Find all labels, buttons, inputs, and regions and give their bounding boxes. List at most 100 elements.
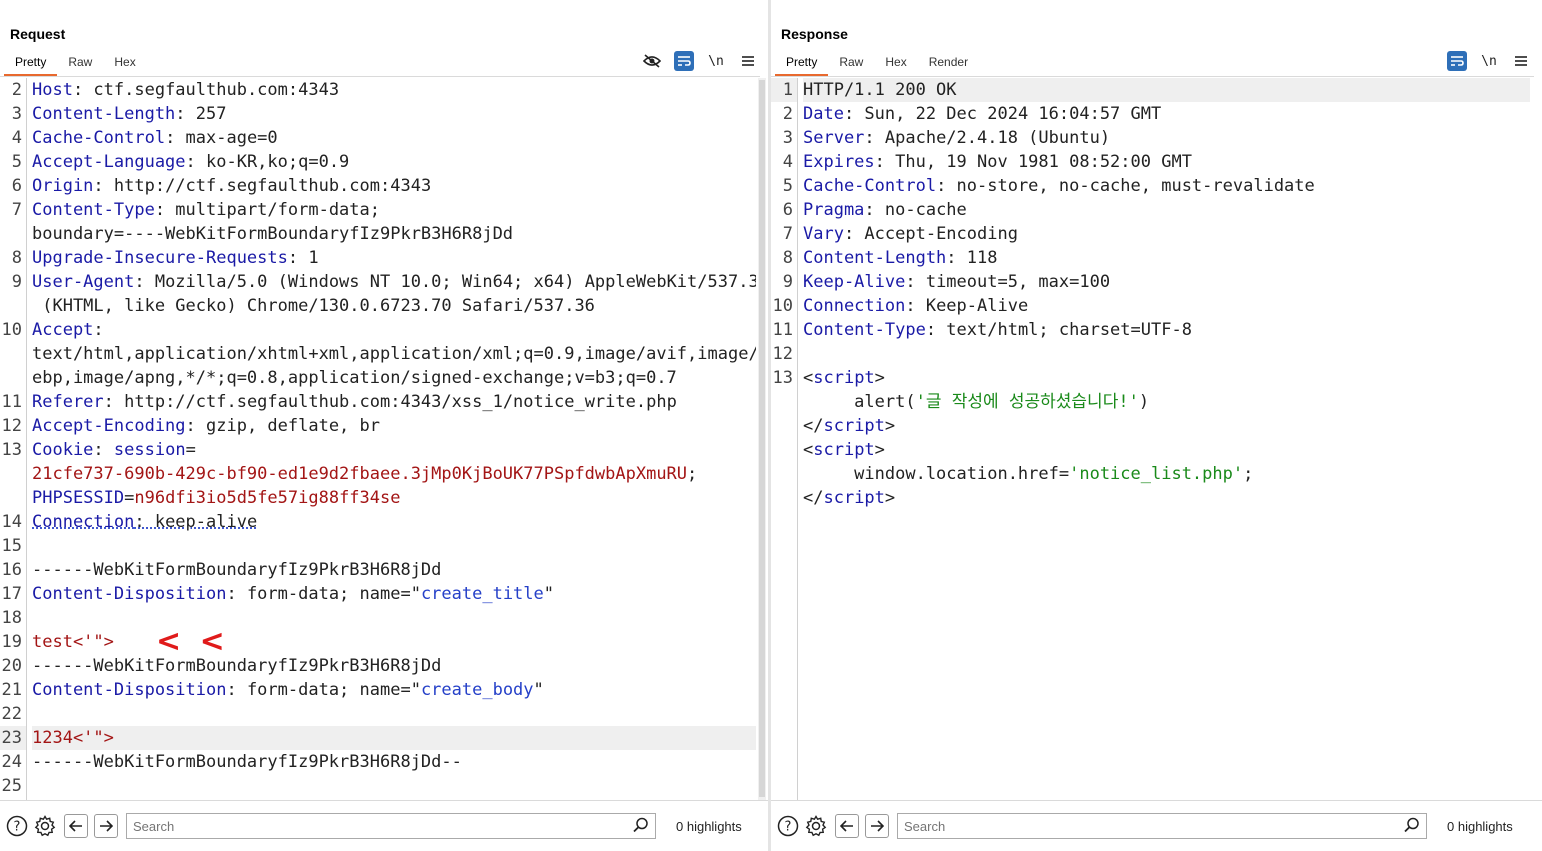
code-line[interactable]: [32, 774, 756, 798]
code-line[interactable]: Content-Type: multipart/form-data;: [32, 198, 756, 222]
code-line[interactable]: ------WebKitFormBoundaryfIz9PkrB3H6R8jDd: [32, 654, 756, 678]
code-line[interactable]: window.location.href='notice_list.php';: [803, 462, 1530, 486]
code-token: ): [1138, 392, 1150, 412]
code-token: >: [884, 416, 896, 436]
code-token: ": [533, 680, 544, 700]
code-line[interactable]: alert('글 작성에 성공하셨습니다!'): [803, 390, 1530, 414]
code-line[interactable]: <script>: [803, 438, 1530, 462]
code-line[interactable]: Accept:: [32, 318, 756, 342]
code-line[interactable]: </script>: [803, 486, 1530, 510]
code-line[interactable]: Referer: http://ctf.segfaulthub.com:4343…: [32, 390, 756, 414]
response-tab-raw[interactable]: Raw: [828, 53, 874, 76]
code-line[interactable]: Cache-Control: max-age=0: [32, 126, 756, 150]
code-token: : 1: [287, 248, 319, 268]
code-line[interactable]: Accept-Encoding: gzip, deflate, br: [32, 414, 756, 438]
code-line[interactable]: Content-Disposition: form-data; name="cr…: [32, 582, 756, 606]
request-vertical-scrollbar[interactable]: [758, 78, 766, 801]
code-line[interactable]: Host: ctf.segfaulthub.com:4343: [32, 78, 756, 102]
code-line[interactable]: PHPSESSID=n96dfi3io5d5fe57ig88ff34se: [32, 486, 756, 510]
editor-menu-icon[interactable]: [738, 51, 758, 71]
code-token: : timeout=5, max=100: [905, 272, 1111, 292]
code-line[interactable]: Vary: Accept-Encoding: [803, 222, 1530, 246]
code-token: Accept-Language: [32, 152, 186, 172]
code-line[interactable]: User-Agent: Mozilla/5.0 (Windows NT 10.0…: [32, 270, 756, 294]
code-line[interactable]: Accept-Language: ko-KR,ko;q=0.9: [32, 150, 756, 174]
code-line[interactable]: Cache-Control: no-store, no-cache, must-…: [803, 174, 1530, 198]
code-token: text/html,application/xhtml+xml,applicat…: [32, 344, 756, 364]
code-line[interactable]: Upgrade-Insecure-Requests: 1: [32, 246, 756, 270]
code-line[interactable]: (KHTML, like Gecko) Chrome/130.0.6723.70…: [32, 294, 756, 318]
code-line[interactable]: [32, 702, 756, 726]
code-line[interactable]: ebp,image/apng,*/*;q=0.8,application/sig…: [32, 366, 756, 390]
settings-gear-icon[interactable]: [34, 815, 56, 837]
next-match-arrow-icon[interactable]: [865, 814, 889, 838]
code-line[interactable]: Origin: http://ctf.segfaulthub.com:4343: [32, 174, 756, 198]
response-tab-pretty[interactable]: Pretty: [775, 53, 829, 76]
code-line[interactable]: test<'"> < <: [32, 627, 756, 657]
request-tab-raw[interactable]: Raw: [57, 53, 103, 76]
code-line[interactable]: [32, 534, 756, 558]
line-number: 10: [1, 320, 22, 340]
code-token: Content-Disposition: [32, 680, 227, 700]
response-editor[interactable]: 1 2 3 4 5 6 7 8 9 10 11 12 13 HTTP/1.1 200 OK Date: S…: [771, 78, 1530, 801]
code-line[interactable]: HTTP/1.1 200 OK: [803, 78, 1530, 102]
code-token: create_body: [420, 680, 534, 700]
code-line[interactable]: Content-Length: 257: [32, 102, 756, 126]
request-pane: Request Pretty Raw Hex \n 2 3 4 5 6 7 8 9 10 11 12…: [0, 0, 768, 851]
code-token: Content-Type: [803, 320, 926, 340]
wrap-lines-icon[interactable]: [1447, 51, 1467, 71]
previous-match-arrow-icon[interactable]: [64, 814, 88, 838]
help-icon[interactable]: ?: [6, 815, 28, 837]
request-tab-hex[interactable]: Hex: [103, 53, 146, 76]
show-newlines-toggle[interactable]: \n: [1479, 51, 1499, 71]
code-line[interactable]: Connection: keep-alive: [32, 510, 756, 534]
line-number: 8: [11, 248, 22, 268]
code-line[interactable]: Content-Length: 118: [803, 246, 1530, 270]
code-line[interactable]: 1234<'">: [32, 726, 756, 750]
next-match-arrow-icon[interactable]: [94, 814, 118, 838]
code-token: script: [813, 368, 875, 388]
code-line[interactable]: <script>: [803, 366, 1530, 390]
code-line[interactable]: 21cfe737-690b-429c-bf90-ed1e9d2fbaee.3jM…: [32, 462, 756, 486]
code-line[interactable]: Cookie: session=: [32, 438, 756, 462]
code-line[interactable]: Pragma: no-cache: [803, 198, 1530, 222]
code-line[interactable]: Keep-Alive: timeout=5, max=100: [803, 270, 1530, 294]
request-tab-pretty[interactable]: Pretty: [4, 53, 58, 76]
code-line[interactable]: ------WebKitFormBoundaryfIz9PkrB3H6R8jDd…: [32, 750, 756, 774]
request-search-bar: ? 0 highlights: [0, 800, 768, 851]
code-line[interactable]: </script>: [803, 414, 1530, 438]
line-number: 5: [11, 152, 22, 172]
wrap-lines-icon[interactable]: [674, 51, 694, 71]
response-search-input[interactable]: [898, 817, 1426, 835]
code-line[interactable]: [803, 342, 1530, 366]
response-tab-render[interactable]: Render: [918, 53, 979, 76]
code-token: ------WebKitFormBoundaryfIz9PkrB3H6R8jDd…: [32, 752, 462, 772]
code-token: Host: [32, 80, 73, 100]
code-line[interactable]: Content-Disposition: form-data; name="cr…: [32, 678, 756, 702]
request-editor[interactable]: 2 3 4 5 6 7 8 9 10 11 12 13 14 15 16 17 18 19 20 21 22 23 24 25…: [0, 78, 756, 801]
code-line[interactable]: ------WebKitFormBoundaryfIz9PkrB3H6R8jDd: [32, 558, 756, 582]
code-line[interactable]: Expires: Thu, 19 Nov 1981 08:52:00 GMT: [803, 150, 1530, 174]
line-number: 8: [782, 248, 793, 268]
code-line[interactable]: text/html,application/xhtml+xml,applicat…: [32, 342, 756, 366]
request-title: Request: [10, 26, 66, 42]
code-line[interactable]: Date: Sun, 22 Dec 2024 16:04:57 GMT: [803, 102, 1530, 126]
code-line[interactable]: [32, 606, 756, 630]
show-newlines-toggle[interactable]: \n: [706, 51, 726, 71]
code-line[interactable]: Connection: Keep-Alive: [803, 294, 1530, 318]
response-pane: Response Pretty Raw Hex Render \n 123456…: [771, 0, 1542, 851]
code-line[interactable]: Content-Type: text/html; charset=UTF-8: [803, 318, 1530, 342]
code-line[interactable]: Server: Apache/2.4.18 (Ubuntu): [803, 126, 1530, 150]
previous-match-arrow-icon[interactable]: [835, 814, 859, 838]
code-token: : form-data; name=": [226, 680, 421, 700]
code-token: Content-Type: [32, 200, 155, 220]
help-icon[interactable]: ?: [777, 815, 799, 837]
hide-nonprintable-eye-icon[interactable]: [642, 51, 662, 71]
response-tab-hex[interactable]: Hex: [874, 53, 917, 76]
request-editor-tools: \n: [642, 51, 758, 71]
code-line[interactable]: boundary=----WebKitFormBoundaryfIz9PkrB3…: [32, 222, 756, 246]
editor-menu-icon[interactable]: [1511, 51, 1531, 71]
settings-gear-icon[interactable]: [805, 815, 827, 837]
request-search-input[interactable]: [127, 817, 655, 835]
line-number: 14: [1, 512, 22, 532]
